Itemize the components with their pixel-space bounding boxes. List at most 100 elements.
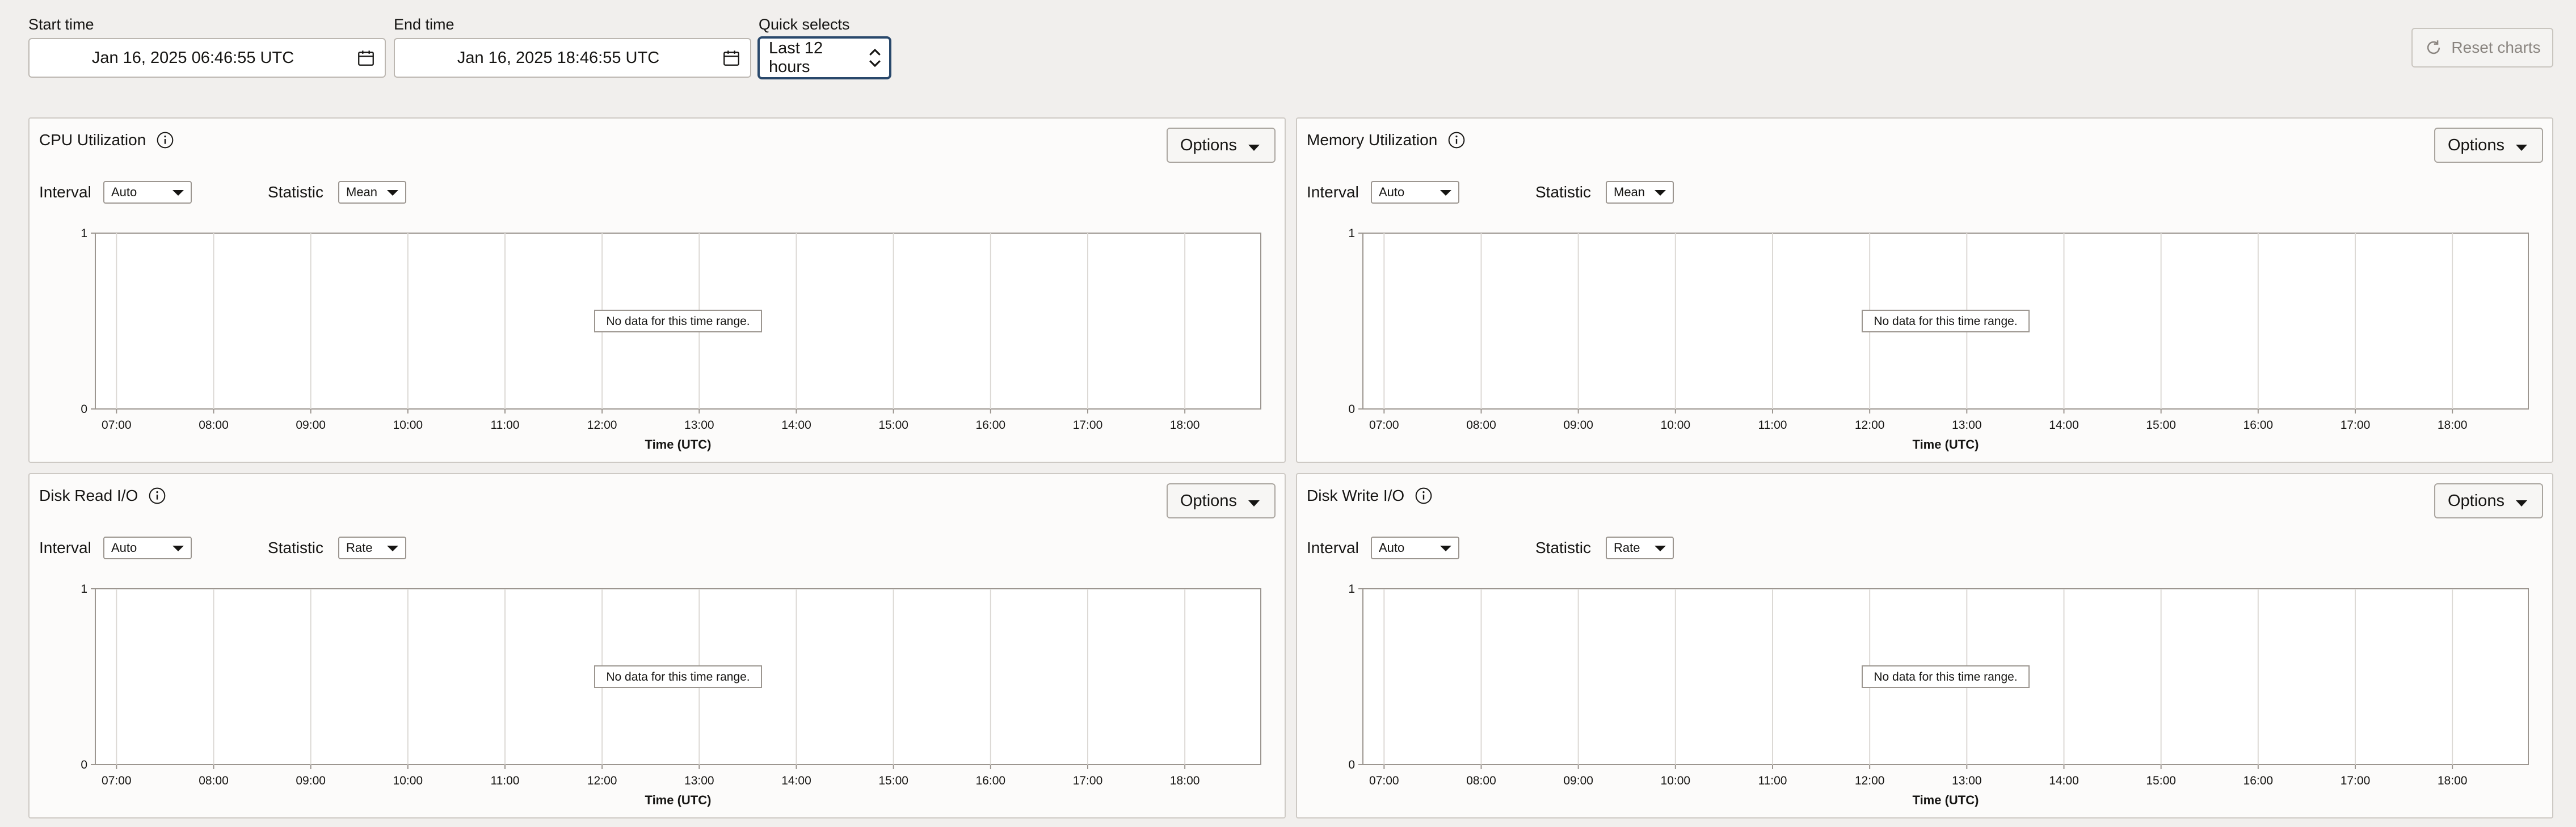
plot-area (1362, 588, 2529, 765)
x-axis-title: Time (UTC) (1913, 793, 1979, 807)
reset-charts-label: Reset charts (2451, 39, 2541, 56)
statistic-value: Rate (1614, 541, 1640, 555)
caret-down-icon (172, 546, 184, 551)
no-data-message: No data for this time range. (1874, 670, 2017, 683)
options-label: Options (2448, 491, 2505, 510)
statistic-select[interactable]: Rate (338, 537, 406, 559)
options-button[interactable]: Options (1167, 483, 1276, 518)
no-data-box (1862, 310, 2030, 332)
x-tick-label: 16:00 (976, 419, 1006, 432)
x-tick-label: 18:00 (1170, 774, 1200, 787)
x-tick-label: 07:00 (1369, 774, 1399, 787)
x-tick-label: 16:00 (2244, 419, 2274, 432)
caret-down-icon (1440, 190, 1451, 196)
caret-down-icon (387, 546, 398, 551)
line-chart: 07:00 08:00 09:00 10:00 11:00 12:00 13:00 14:00… (1348, 583, 2529, 807)
line-chart: 07:00 08:00 09:00 10:00 11:00 12:00 13:00 14:00… (1348, 227, 2529, 452)
statistic-value: Mean (346, 185, 378, 199)
reset-charts-button[interactable]: Reset charts (2411, 28, 2553, 67)
options-button[interactable]: Options (2434, 483, 2543, 518)
options-label: Options (2448, 136, 2505, 154)
info-icon[interactable] (1447, 131, 1466, 149)
x-tick-label: 10:00 (393, 419, 423, 432)
no-data-message: No data for this time range. (606, 315, 750, 328)
start-time-field[interactable]: Jan 16, 2025 06:46:55 UTC (28, 38, 386, 78)
plot-area (1362, 233, 2529, 410)
no-data-box (594, 665, 762, 688)
x-tick-label: 14:00 (781, 419, 811, 432)
x-tick-label: 13:00 (684, 774, 714, 787)
no-data-message: No data for this time range. (606, 670, 750, 683)
x-tick-label: 17:00 (2341, 774, 2371, 787)
statistic-select[interactable]: Rate (1606, 537, 1674, 559)
options-button[interactable]: Options (2434, 128, 2543, 163)
no-data-box (594, 310, 762, 332)
x-tick-label: 09:00 (1563, 774, 1593, 787)
interval-value: Auto (111, 541, 137, 555)
panel-title: CPU Utilization (39, 131, 146, 149)
calendar-icon[interactable] (356, 48, 376, 67)
x-tick-label: 10:00 (1661, 419, 1691, 432)
y-tick-label: 0 (1348, 403, 1355, 416)
chart-panel: Memory Utilization Options Interval Auto Sta… (1296, 117, 2553, 463)
x-tick-label: 15:00 (2146, 419, 2176, 432)
interval-select[interactable]: Auto (103, 181, 192, 204)
quick-selects-select[interactable]: Last 12 hours (757, 36, 891, 79)
end-time-value: Jan 16, 2025 18:46:55 UTC (457, 48, 660, 67)
interval-value: Auto (1379, 185, 1405, 199)
interval-select[interactable]: Auto (1371, 537, 1459, 559)
x-tick-label: 09:00 (296, 774, 326, 787)
x-tick-label: 13:00 (684, 419, 714, 432)
x-tick-label: 15:00 (878, 774, 908, 787)
caret-down-icon (2516, 145, 2527, 151)
x-tick-label: 14:00 (2049, 774, 2079, 787)
start-time-value: Jan 16, 2025 06:46:55 UTC (91, 48, 294, 67)
x-axis-title: Time (UTC) (1913, 437, 1979, 452)
interval-label: Interval (1307, 183, 1359, 201)
interval-select[interactable]: Auto (1371, 181, 1459, 204)
interval-select[interactable]: Auto (103, 537, 192, 559)
caret-down-icon (172, 190, 184, 196)
x-tick-label: 15:00 (2146, 774, 2176, 787)
quick-selects-label: Quick selects (759, 16, 850, 33)
x-tick-label: 09:00 (296, 419, 326, 432)
x-tick-label: 08:00 (199, 419, 229, 432)
interval-label: Interval (1307, 539, 1359, 556)
chart-panel: CPU Utilization Options Interval Auto Statis… (28, 117, 1286, 463)
chevron-up-down-icon (869, 48, 881, 67)
options-button[interactable]: Options (1167, 128, 1276, 163)
calendar-icon[interactable] (722, 48, 741, 67)
caret-down-icon (1248, 500, 1260, 507)
x-tick-label: 13:00 (1952, 774, 1982, 787)
info-icon[interactable] (148, 487, 166, 505)
x-tick-label: 16:00 (2244, 774, 2274, 787)
interval-value: Auto (111, 185, 137, 199)
x-tick-label: 12:00 (1855, 419, 1885, 432)
x-tick-label: 17:00 (1073, 774, 1103, 787)
x-tick-label: 16:00 (976, 774, 1006, 787)
statistic-select[interactable]: Mean (1606, 181, 1674, 204)
x-tick-label: 17:00 (2341, 419, 2371, 432)
info-icon[interactable] (1415, 487, 1433, 505)
info-icon[interactable] (156, 131, 174, 149)
x-tick-label: 10:00 (393, 774, 423, 787)
y-tick-label: 0 (1348, 758, 1355, 771)
quick-selects-value: Last 12 hours (769, 39, 823, 76)
refresh-icon (2427, 40, 2440, 54)
panel-title: Disk Read I/O (39, 487, 138, 504)
x-tick-label: 18:00 (1170, 419, 1200, 432)
statistic-value: Rate (346, 541, 373, 555)
x-tick-label: 08:00 (1466, 774, 1496, 787)
x-tick-label: 12:00 (1855, 774, 1885, 787)
y-tick-label: 1 (81, 227, 87, 240)
interval-value: Auto (1379, 541, 1405, 555)
statistic-select[interactable]: Mean (338, 181, 406, 204)
x-tick-label: 07:00 (1369, 419, 1399, 432)
x-tick-label: 08:00 (1466, 419, 1496, 432)
end-time-field[interactable]: Jan 16, 2025 18:46:55 UTC (394, 38, 751, 78)
y-tick-label: 1 (1348, 583, 1355, 596)
x-tick-label: 17:00 (1073, 419, 1103, 432)
x-tick-label: 14:00 (2049, 419, 2079, 432)
x-tick-label: 07:00 (102, 419, 132, 432)
x-axis-title: Time (UTC) (645, 437, 712, 452)
